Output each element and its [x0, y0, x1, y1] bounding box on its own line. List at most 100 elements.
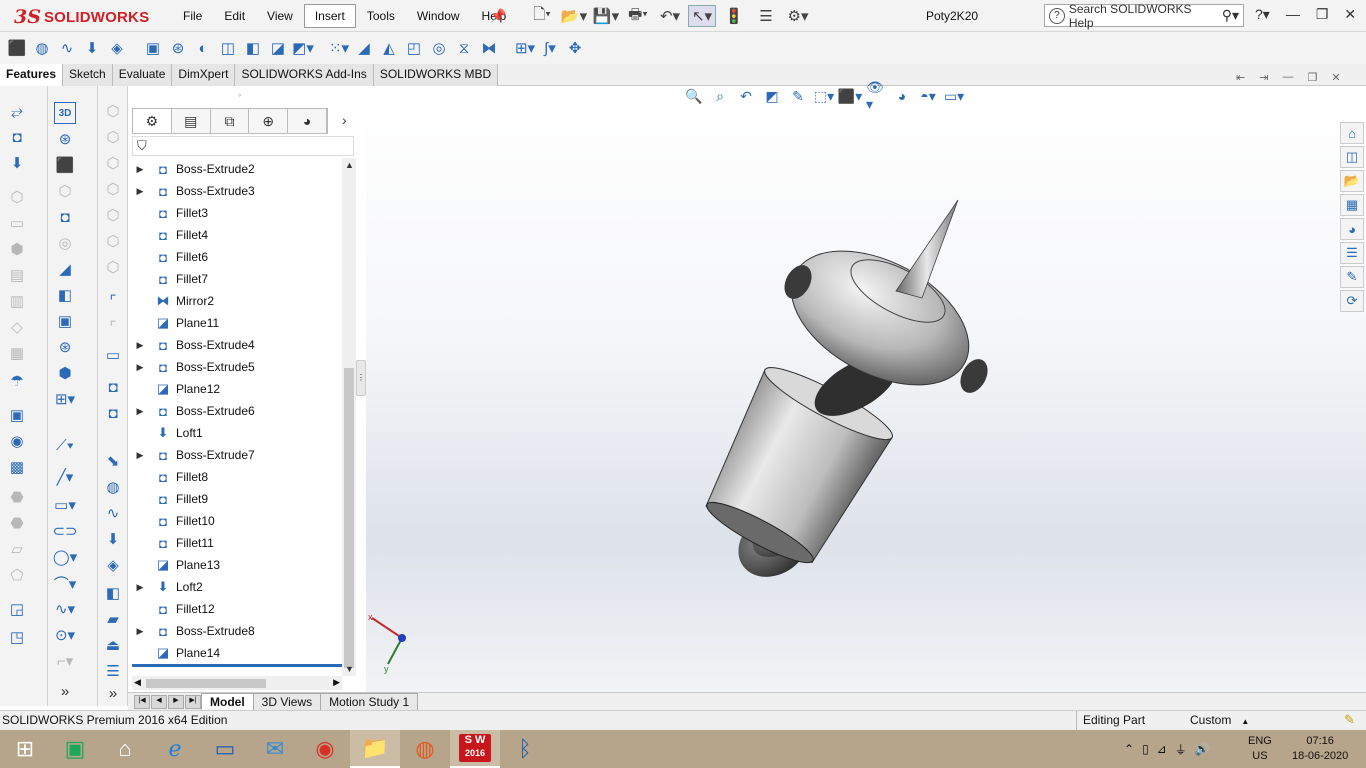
part-icon[interactable]: ◘ — [54, 206, 76, 228]
input-language[interactable]: ENG US — [1248, 734, 1272, 764]
scroll-right-icon[interactable]: ▶ — [333, 677, 340, 688]
new-document-icon[interactable]: 🗋▾ — [528, 5, 556, 27]
menu-view[interactable]: View — [256, 4, 304, 28]
expand-arrow-icon[interactable]: ▶ — [132, 186, 148, 197]
tree-item[interactable]: ▶ ⬇ Loft2 — [132, 576, 342, 598]
network-icon[interactable]: ⊿ — [1157, 742, 1167, 756]
reference-icon[interactable]: ⊞▾ — [54, 388, 76, 410]
tab-features[interactable]: Features — [0, 64, 64, 86]
tree-horizontal-scrollbar[interactable]: ◀ ▶ — [132, 676, 342, 690]
menu-edit[interactable]: Edit — [213, 4, 256, 28]
fillet-sketch-icon[interactable]: ⌐▾ — [54, 650, 76, 672]
more-tabs-icon[interactable]: › — [342, 112, 347, 128]
wrap-icon[interactable]: ◎ — [428, 37, 450, 59]
spline-icon[interactable]: ∿▾ — [54, 598, 76, 620]
displaymanager-tab-icon[interactable]: ◕ — [288, 109, 327, 133]
tree-item[interactable]: ◪ Plane11 — [132, 312, 342, 334]
options-gear-icon[interactable]: ⚙▾ — [784, 5, 812, 27]
face-icon[interactable]: ◧ — [102, 582, 124, 604]
move-copy-icon[interactable]: ⊛ — [54, 336, 76, 358]
rebuild-status-icon[interactable]: ✎ — [1344, 712, 1355, 728]
loft-tool-icon[interactable]: ⥂ — [6, 100, 28, 122]
tree-filter-input[interactable]: ⛉ — [132, 136, 354, 156]
help-search-input[interactable]: ? Search SOLIDWORKS Help ⚲▾ — [1044, 2, 1244, 30]
lofted-boss-icon[interactable]: ⬇ — [81, 37, 103, 59]
rib-icon[interactable]: ◢ — [353, 37, 375, 59]
revolved-cut-icon[interactable]: ◐ — [192, 37, 214, 59]
tree-item[interactable]: ▶ ◘ Boss-Extrude7 — [132, 444, 342, 466]
slot-icon[interactable]: ⊂⊃ — [52, 520, 77, 542]
minimize-icon[interactable]: — — [1286, 6, 1300, 23]
tree-item[interactable]: ▶ ◘ Boss-Extrude3 — [132, 180, 342, 202]
structural-member-icon[interactable]: ◉ — [6, 430, 28, 452]
scroll-thumb[interactable] — [146, 679, 266, 688]
lofted-cut-icon[interactable]: ◧ — [242, 37, 264, 59]
cone-spike[interactable] — [895, 199, 959, 299]
part-body-icon[interactable]: ◘ — [102, 376, 124, 398]
pin-tool-icon[interactable]: ⏏ — [102, 634, 124, 656]
next-tab-icon[interactable]: ▶ — [168, 694, 184, 709]
tree-item[interactable]: ▶ ◘ Boss-Extrude2 — [132, 158, 342, 180]
scroll-thumb[interactable] — [344, 368, 354, 668]
internet-explorer-icon[interactable]: ℯ — [150, 730, 200, 768]
expand-arrow-icon[interactable]: ▶ — [132, 450, 148, 461]
display-icon[interactable]: ▭ — [102, 344, 124, 366]
solidworks-logo[interactable]: 3S SOLIDWORKS — [14, 6, 149, 28]
help-menu-icon[interactable]: ?▾ — [1255, 6, 1270, 23]
model-body[interactable] — [691, 199, 993, 590]
volume-icon[interactable]: 🔊 — [1195, 742, 1210, 756]
viewport-nav-right-icon[interactable]: ⇥ — [1259, 71, 1268, 84]
menu-file[interactable]: File — [172, 4, 213, 28]
tree-item[interactable]: ◘ Fillet6 — [132, 246, 342, 268]
tab-evaluate[interactable]: Evaluate — [112, 64, 173, 86]
undo-icon[interactable]: ↶▾ — [656, 5, 684, 27]
boundary-boss-icon[interactable]: ◈ — [106, 37, 128, 59]
select-pointer-icon[interactable]: ↖▾ — [688, 5, 716, 27]
first-tab-icon[interactable]: |◀ — [134, 694, 150, 709]
tree-item[interactable]: ◘ Fillet3 — [132, 202, 342, 224]
store-app-icon[interactable]: ▣ — [50, 730, 100, 768]
part-model[interactable]: x y — [366, 86, 1366, 692]
tree-item[interactable]: ◘ Fillet8 — [132, 466, 342, 488]
flex-icon[interactable]: ◢ — [54, 258, 76, 280]
revolved-boss-icon[interactable]: ◍ — [31, 37, 53, 59]
bluetooth-icon[interactable]: ᛒ — [500, 730, 550, 768]
last-tab-icon[interactable]: ▶| — [185, 694, 201, 709]
home-icon[interactable]: ⌂ — [100, 730, 150, 768]
sheet-metal-icon[interactable]: ◲ — [6, 598, 28, 620]
save-icon[interactable]: 💾▾ — [592, 5, 620, 27]
mirror-icon[interactable]: ⧓ — [478, 37, 500, 59]
configurationmanager-tab-icon[interactable]: ⧉ — [210, 109, 250, 133]
tree-item[interactable]: ▶ ◘ Boss-Extrude6 — [132, 400, 342, 422]
tab-model[interactable]: Model — [201, 693, 254, 710]
print-icon[interactable]: 🖶▾ — [624, 5, 652, 27]
browser-app-icon[interactable]: ◍ — [400, 730, 450, 768]
file-properties-icon[interactable]: ☰ — [752, 5, 780, 27]
intersect-icon[interactable]: ⧖ — [453, 37, 475, 59]
dimxpert-tab-icon[interactable]: ⊕ — [249, 109, 289, 133]
file-explorer-taskbar-icon[interactable]: 📁 — [350, 730, 400, 768]
menu-window[interactable]: Window — [406, 4, 471, 28]
view-palette-icon[interactable]: ▦ — [1340, 194, 1364, 216]
rebuild-icon[interactable]: 🚦 — [720, 5, 748, 27]
pin-icon[interactable]: 📌 — [490, 8, 506, 24]
cube-icon[interactable]: ⬛ — [54, 154, 76, 176]
panel-grip-icon[interactable]: ◦ — [238, 90, 241, 100]
tab-3d-views[interactable]: 3D Views — [252, 693, 322, 710]
rollback-bar[interactable] — [132, 664, 342, 667]
extruded-boss-icon[interactable]: ⬛ — [6, 37, 28, 59]
swept-boss-icon[interactable]: ∿ — [56, 37, 78, 59]
box-tool-icon[interactable]: ◘ — [6, 126, 28, 148]
viewport-minimize-icon[interactable]: — — [1282, 71, 1293, 84]
ellipse-icon[interactable]: ⊙▾ — [54, 624, 76, 646]
mold-tool-icon[interactable]: ◳ — [6, 626, 28, 648]
scroll-left-icon[interactable]: ◀ — [134, 677, 141, 688]
tree-item[interactable]: ◘ Fillet10 — [132, 510, 342, 532]
expand-arrow-icon[interactable]: ▶ — [132, 362, 148, 373]
swept-cut-icon[interactable]: ◫ — [217, 37, 239, 59]
grid-icon[interactable]: ▩ — [6, 456, 28, 478]
arc-icon[interactable]: ⌒▾ — [54, 572, 77, 594]
expand-arrow-icon[interactable]: ▶ — [132, 626, 148, 637]
rectangle-icon[interactable]: ▭▾ — [54, 494, 76, 516]
line-icon[interactable]: ╱▾ — [54, 466, 76, 488]
